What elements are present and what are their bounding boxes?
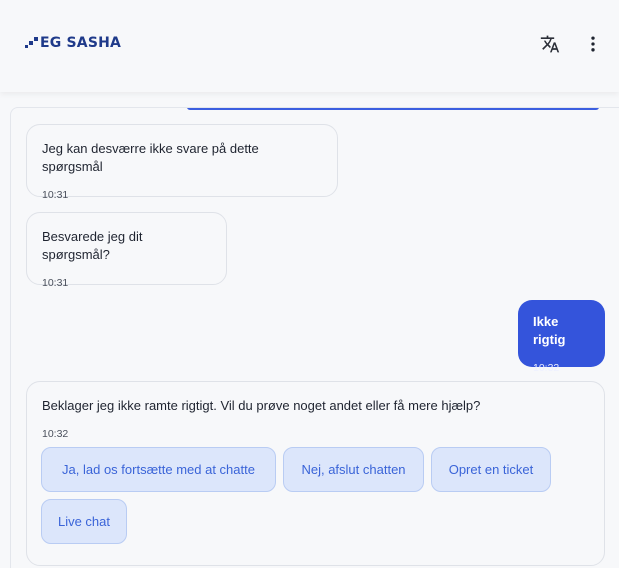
message-text: Ikke rigtig bbox=[533, 314, 566, 347]
previous-message-edge bbox=[187, 108, 599, 110]
message-time: 10:31 bbox=[42, 277, 69, 289]
message-time: 10:32 bbox=[533, 362, 560, 374]
message-time: 10:32 bbox=[42, 428, 69, 440]
bot-message: Besvarede jeg dit spørgsmål? 10:31 bbox=[26, 212, 227, 289]
translate-icon bbox=[540, 35, 560, 53]
chat-messages-panel[interactable]: Jeg kan desværre ikke svare på dette spø… bbox=[10, 107, 619, 568]
more-options-button[interactable] bbox=[579, 30, 607, 58]
bot-message: Jeg kan desværre ikke svare på dette spø… bbox=[26, 124, 338, 201]
more-vertical-icon bbox=[591, 36, 595, 52]
option-live-chat-button[interactable]: Live chat bbox=[41, 499, 127, 544]
message-text: Jeg kan desværre ikke svare på dette spø… bbox=[42, 141, 259, 174]
brand-name: EG SASHA bbox=[40, 35, 122, 51]
logo-mark-icon bbox=[25, 37, 38, 49]
chat-header: EG SASHA bbox=[0, 0, 619, 92]
translate-button[interactable] bbox=[536, 30, 564, 58]
user-message: Ikke rigtig 10:32 bbox=[518, 300, 605, 374]
option-create-ticket-button[interactable]: Opret en ticket bbox=[431, 447, 551, 492]
message-time: 10:31 bbox=[42, 189, 69, 201]
message-text: Beklager jeg ikke ramte rigtigt. Vil du … bbox=[42, 398, 481, 413]
eg-sasha-logo: EG SASHA bbox=[25, 35, 121, 51]
option-end-chat-button[interactable]: Nej, afslut chatten bbox=[283, 447, 424, 492]
option-continue-chat-button[interactable]: Ja, lad os fortsætte med at chatte bbox=[41, 447, 276, 492]
message-text: Besvarede jeg dit spørgsmål? bbox=[42, 229, 143, 262]
